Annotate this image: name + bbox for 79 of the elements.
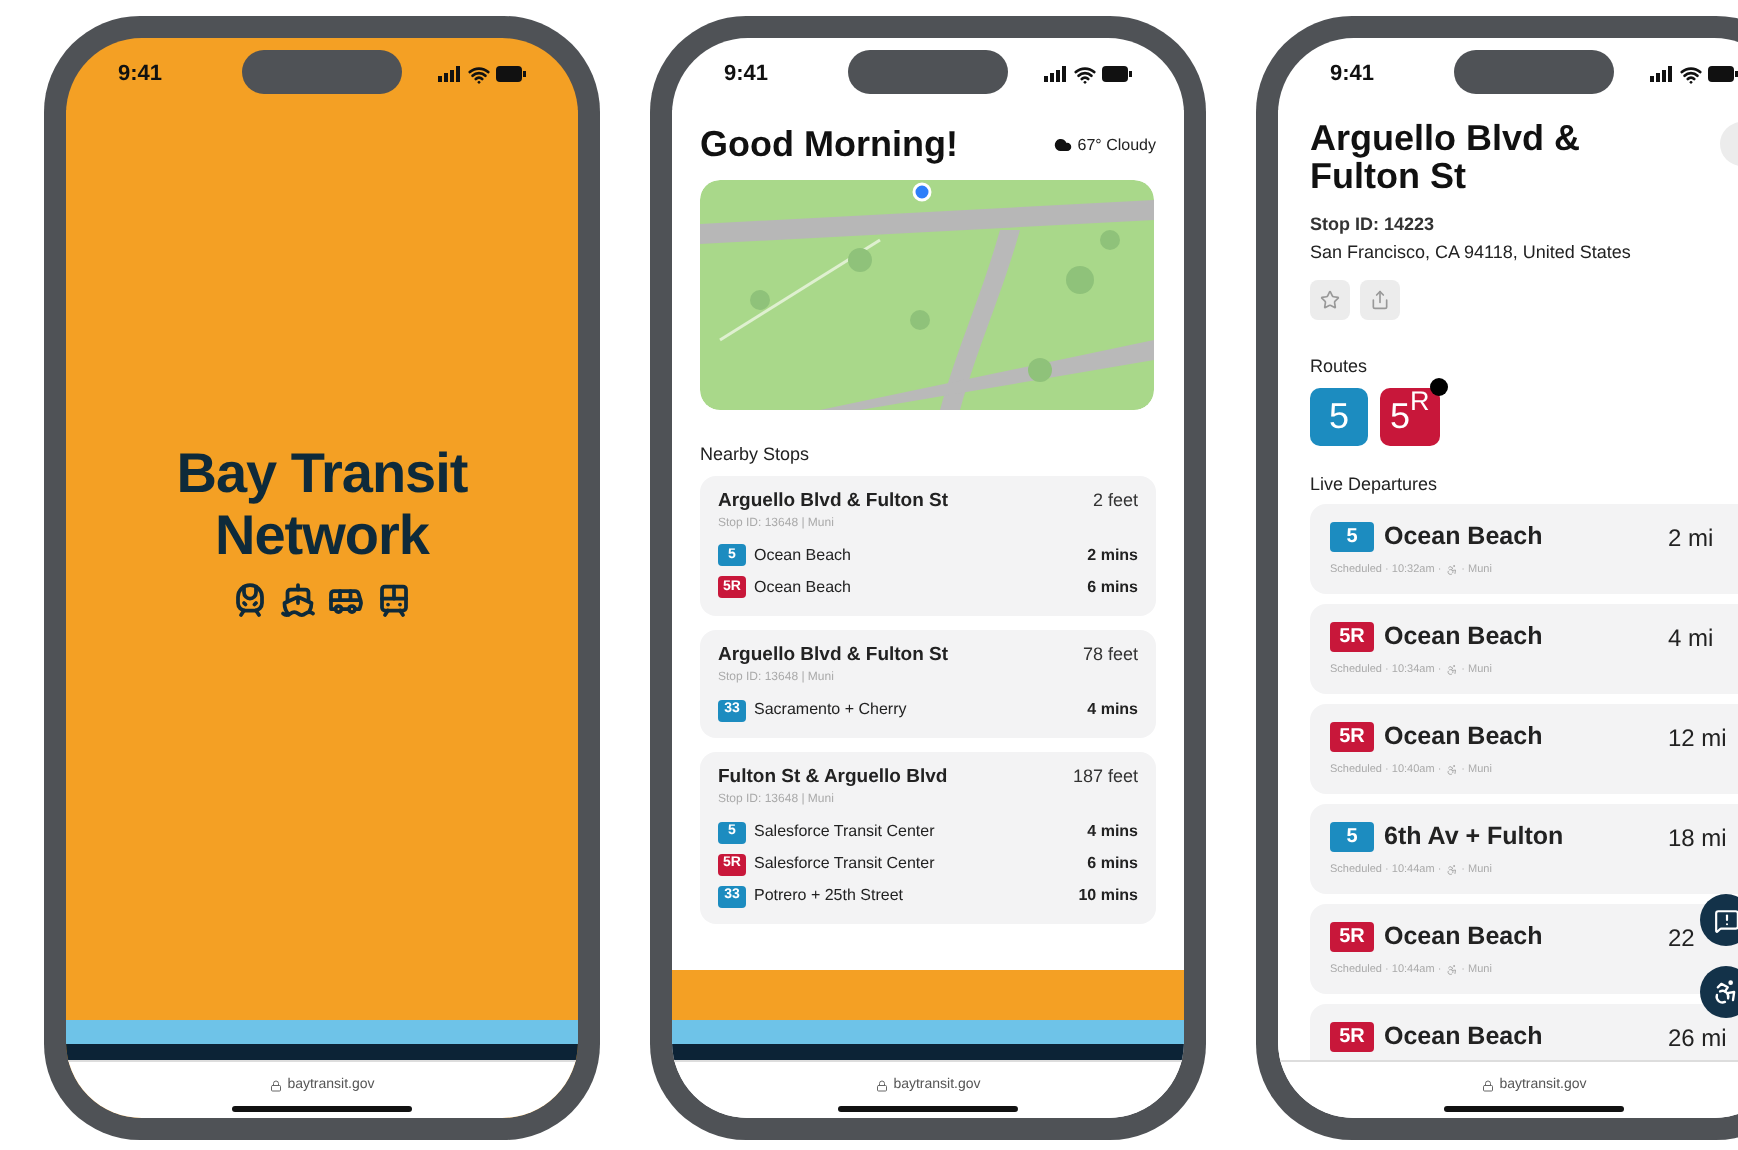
status-time: 9:41 bbox=[118, 59, 163, 90]
cloud-icon bbox=[1053, 136, 1072, 154]
battery-icon bbox=[1102, 66, 1132, 82]
route-badge: 5R bbox=[1330, 621, 1374, 652]
route-badge: 5 bbox=[1330, 821, 1374, 852]
wheelchair-icon bbox=[1445, 963, 1458, 976]
status-time: 9:41 bbox=[1330, 59, 1375, 90]
lock-icon bbox=[1481, 1080, 1494, 1093]
stop-distance: 2 feet bbox=[1092, 487, 1138, 513]
train-icon bbox=[232, 582, 268, 618]
stop-name: Fulton St & Arguello Blvd bbox=[718, 764, 948, 792]
favorite-button[interactable] bbox=[1310, 280, 1350, 320]
signal-icon bbox=[1650, 66, 1674, 82]
departure-eta: 12 mi bbox=[1668, 722, 1727, 756]
route-badge: 5 bbox=[1310, 387, 1368, 445]
battery-icon bbox=[496, 66, 526, 82]
lock-icon bbox=[269, 1080, 282, 1093]
section-heading: Live Departures bbox=[1310, 471, 1440, 498]
departure-eta: 2 mi bbox=[1668, 522, 1714, 556]
stop-distance: 78 feet bbox=[1082, 641, 1138, 668]
wifi-icon bbox=[1074, 63, 1096, 85]
route-badge: 5 bbox=[1330, 521, 1374, 552]
share-button[interactable] bbox=[1360, 280, 1400, 320]
signal-icon bbox=[1044, 66, 1068, 82]
feedback-button[interactable] bbox=[1700, 894, 1738, 946]
stop-address: San Francisco, CA 94118, United States bbox=[1310, 239, 1633, 265]
route-eta: 6 mins bbox=[1087, 575, 1138, 600]
route-destination: Sacramento + Cherry bbox=[754, 698, 909, 722]
share-icon bbox=[1370, 290, 1390, 310]
stop-id: Stop ID: 14223 bbox=[1310, 212, 1437, 238]
route-destination: Salesforce Transit Center bbox=[754, 820, 937, 845]
ferry-icon bbox=[280, 582, 316, 618]
departure-destination: Ocean Beach bbox=[1384, 1020, 1543, 1054]
route-eta: 10 mins bbox=[1078, 884, 1138, 909]
wheelchair-icon bbox=[1445, 863, 1458, 876]
departure-card[interactable]: 5R Ocean Beach 26 mi bbox=[1310, 1004, 1738, 1060]
route-badge: 5R bbox=[1330, 921, 1374, 952]
departure-destination: Ocean Beach bbox=[1384, 920, 1543, 954]
route-badge: 5R bbox=[1330, 1021, 1374, 1052]
route-eta: 2 mins bbox=[1087, 543, 1138, 568]
route-eta: 4 mins bbox=[1087, 698, 1138, 722]
route-eta: 6 mins bbox=[1087, 852, 1138, 877]
route-eta: 4 mins bbox=[1087, 820, 1138, 845]
route-destination: Salesforce Transit Center bbox=[754, 852, 937, 877]
wifi-icon bbox=[468, 63, 490, 85]
status-time: 9:41 bbox=[724, 59, 769, 90]
departure-destination: Ocean Beach bbox=[1384, 520, 1543, 554]
app-title: Bay Transit Network bbox=[174, 442, 470, 566]
route-destination: Ocean Beach bbox=[754, 543, 853, 568]
departure-eta: 26 mi bbox=[1668, 1022, 1727, 1056]
streetcar-icon bbox=[376, 582, 412, 618]
route-badge: 5$^{R}$ bbox=[1380, 387, 1440, 445]
route-destination: Potrero + 25th Street bbox=[754, 884, 905, 909]
message-icon bbox=[1713, 907, 1738, 933]
route-destination: Ocean Beach bbox=[754, 575, 853, 600]
weather-text: 67° Cloudy bbox=[1077, 133, 1156, 157]
stop-name: Arguello Blvd & Fulton St bbox=[718, 641, 949, 670]
departure-destination: Ocean Beach bbox=[1384, 620, 1543, 654]
departure-eta: 22 bbox=[1668, 922, 1695, 956]
lock-icon bbox=[875, 1080, 888, 1093]
wheelchair-icon bbox=[1445, 663, 1458, 676]
accessibility-icon bbox=[1712, 978, 1738, 1006]
departure-eta: 4 mi bbox=[1668, 622, 1714, 656]
departure-eta: 18 mi bbox=[1668, 822, 1727, 856]
wheelchair-icon bbox=[1445, 563, 1458, 576]
departure-destination: Ocean Beach bbox=[1384, 720, 1543, 754]
section-heading: Nearby Stops bbox=[700, 442, 812, 468]
star-icon bbox=[1320, 290, 1340, 310]
battery-icon bbox=[1708, 66, 1738, 82]
greeting-heading: Good Morning! bbox=[700, 122, 958, 168]
wheelchair-icon bbox=[1445, 763, 1458, 776]
section-heading: Routes bbox=[1310, 354, 1370, 380]
stop-distance: 187 feet bbox=[1072, 764, 1138, 790]
signal-icon bbox=[438, 66, 462, 82]
wifi-icon bbox=[1680, 63, 1702, 85]
route-badge: 5R bbox=[1330, 721, 1374, 752]
stop-name: Arguello Blvd & Fulton St bbox=[718, 487, 949, 515]
stop-title: Arguello Blvd & Fulton St bbox=[1310, 120, 1583, 196]
departure-destination: 6th Av + Fulton bbox=[1384, 820, 1564, 854]
